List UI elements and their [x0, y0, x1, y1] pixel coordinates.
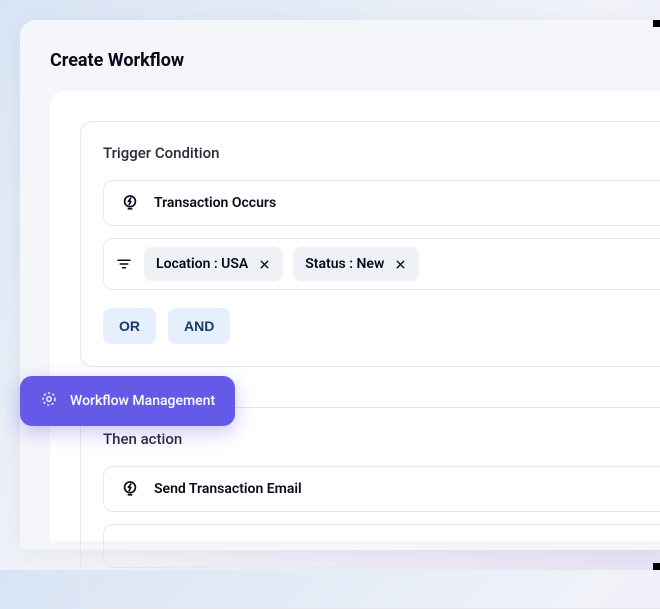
and-button[interactable]: AND	[168, 308, 230, 344]
filter-chip-status[interactable]: Status : New	[293, 247, 419, 281]
page-title: Create Workflow	[50, 50, 660, 71]
workflow-management-badge[interactable]: Workflow Management	[20, 376, 235, 426]
lightning-bulb-icon	[120, 479, 140, 499]
filter-chip-label: Status : New	[305, 256, 384, 272]
page-container: Create Workflow Trigger Condition Transa…	[20, 20, 660, 550]
action-section: Then action Send Transaction Email	[80, 407, 660, 609]
logic-operator-row: OR AND	[103, 308, 660, 344]
action-input[interactable]: Send Transaction Email	[103, 466, 660, 512]
workflow-management-label: Workflow Management	[70, 393, 215, 409]
action-section-title: Then action	[103, 430, 660, 448]
or-button[interactable]: OR	[103, 308, 156, 344]
trigger-event-input[interactable]: Transaction Occurs	[103, 180, 660, 226]
tracker-dot	[653, 20, 660, 27]
trigger-filter-bar[interactable]: Location : USA Status : New	[103, 238, 660, 290]
trigger-section: Trigger Condition Transaction Occurs	[80, 121, 660, 367]
lightning-bulb-icon	[120, 193, 140, 213]
workflow-icon	[40, 390, 58, 412]
filter-icon	[114, 254, 134, 274]
filter-chip-location[interactable]: Location : USA	[144, 247, 283, 281]
workflow-card: Trigger Condition Transaction Occurs	[50, 91, 660, 541]
action-label: Send Transaction Email	[154, 481, 302, 497]
trigger-section-title: Trigger Condition	[103, 144, 660, 162]
trigger-event-label: Transaction Occurs	[154, 195, 276, 211]
filter-chip-label: Location : USA	[156, 256, 248, 272]
close-icon[interactable]	[394, 258, 407, 271]
tracker-dot	[653, 563, 660, 570]
close-icon[interactable]	[258, 258, 271, 271]
action-filter-bar[interactable]	[103, 524, 660, 568]
